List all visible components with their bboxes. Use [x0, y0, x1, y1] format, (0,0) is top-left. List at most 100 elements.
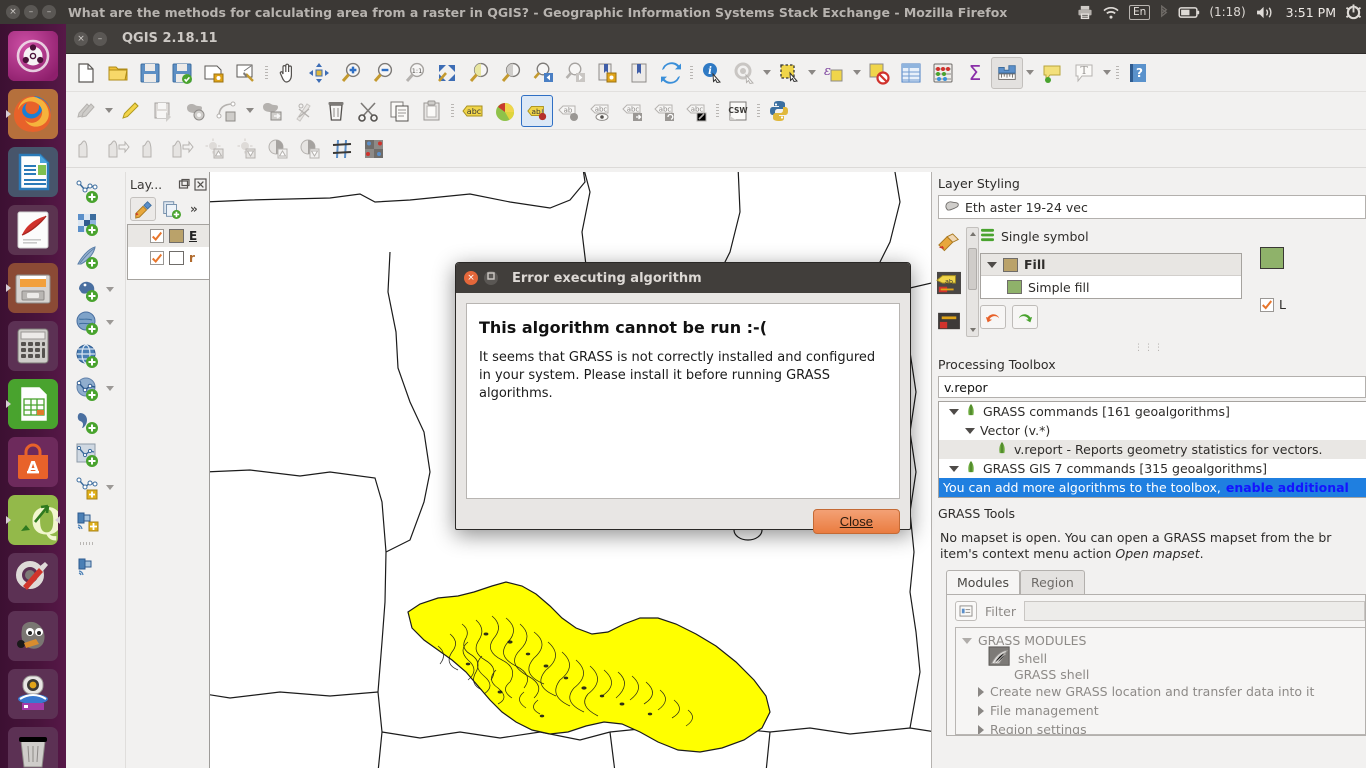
new-print-composer-button[interactable] — [198, 57, 230, 89]
scroll-down-arrow[interactable] — [967, 324, 978, 336]
launcher-item-trash[interactable] — [6, 725, 60, 768]
open-attribute-table-button[interactable] — [895, 57, 927, 89]
window-minimize-button[interactable]: – — [24, 5, 38, 19]
toolbox-search-input[interactable]: v.repor — [938, 376, 1366, 398]
symbol-node-fill[interactable]: Fill — [981, 254, 1241, 276]
launcher-item-gimp[interactable] — [6, 609, 60, 663]
add-group-icon[interactable] — [158, 197, 184, 221]
postgis-dropdown[interactable] — [103, 287, 117, 292]
annotation-dropdown[interactable] — [1100, 57, 1113, 89]
launcher-item-calculator[interactable] — [6, 319, 60, 373]
new-bookmark-button[interactable] — [591, 57, 623, 89]
memory-layer-dropdown[interactable] — [103, 485, 117, 490]
zoom-next-button[interactable] — [559, 57, 591, 89]
launcher-item-files[interactable] — [6, 261, 60, 315]
grass-module-create-location[interactable]: Create new GRASS location and transfer d… — [956, 682, 1365, 701]
toolbox-node-grass-commands[interactable]: GRASS commands [161 geoalgorithms] — [939, 402, 1366, 421]
increase-brightness-button[interactable] — [198, 133, 230, 165]
select-by-expression-button[interactable]: ε — [818, 57, 850, 89]
launcher-item-qgis[interactable]: Q — [6, 493, 60, 547]
cut-features-button[interactable] — [352, 95, 384, 127]
toolbox-node-vector[interactable]: Vector (v.*) — [939, 421, 1366, 440]
statistical-summary-button[interactable]: Σ — [959, 57, 991, 89]
qgis-close-button[interactable]: × — [74, 31, 88, 46]
add-spatialite-layer-button[interactable] — [73, 308, 103, 338]
add-postgis-layer-button[interactable] — [73, 275, 103, 305]
save-project-as-button[interactable] — [166, 57, 198, 89]
qgis-minimize-button[interactable]: – — [93, 31, 107, 46]
grass-module-region-settings[interactable]: Region settings — [956, 720, 1365, 734]
scroll-up-arrow[interactable] — [967, 228, 978, 240]
measure-line-button[interactable] — [991, 56, 1023, 89]
zoom-in-button[interactable] — [335, 57, 367, 89]
open-project-button[interactable] — [102, 57, 134, 89]
styling-scrollbar[interactable] — [966, 227, 979, 337]
redo-icon[interactable] — [1012, 305, 1038, 329]
new-memory-layer-button[interactable] — [73, 473, 103, 503]
local-cumulative-stretch-button[interactable] — [134, 133, 166, 165]
delete-selected-button[interactable] — [320, 95, 352, 127]
chevron-right-icon[interactable] — [978, 686, 984, 697]
dialog-maximize-icon[interactable] — [484, 271, 498, 285]
copy-features-button[interactable] — [384, 95, 416, 127]
select-expression-dropdown[interactable] — [850, 57, 863, 89]
add-wms-layer-button[interactable] — [73, 341, 103, 371]
launcher-item-system-settings[interactable] — [6, 551, 60, 605]
toolbox-footer-hint[interactable]: You can add more algorithms to the toolb… — [939, 478, 1366, 497]
map-tips-button[interactable] — [1036, 57, 1068, 89]
georeferencer-button[interactable] — [326, 133, 358, 165]
node-tool-button[interactable] — [288, 95, 320, 127]
feature-action-dropdown[interactable] — [760, 57, 773, 89]
window-close-button[interactable]: × — [6, 5, 20, 19]
grass-module-file-management[interactable]: File management — [956, 701, 1365, 720]
add-mesh-layer-button[interactable] — [73, 242, 103, 272]
toggle-editing-button[interactable] — [115, 95, 147, 127]
decrease-brightness-button[interactable] — [230, 133, 262, 165]
grass-modules-root[interactable]: GRASS MODULES — [956, 631, 1365, 650]
new-project-button[interactable] — [70, 57, 102, 89]
chevron-down-icon[interactable] — [987, 261, 997, 268]
show-hide-labels-button[interactable]: abc — [585, 95, 617, 127]
select-dropdown[interactable] — [805, 57, 818, 89]
layer-visibility-checkbox[interactable] — [150, 229, 164, 243]
grass-module-shell[interactable]: shell — [956, 645, 1365, 666]
wcs-layer-button[interactable] — [73, 551, 103, 581]
show-bookmarks-button[interactable] — [623, 57, 655, 89]
deselect-features-button[interactable] — [863, 57, 895, 89]
launcher-item-amarok[interactable] — [6, 667, 60, 721]
launcher-item-libreoffice-calc[interactable] — [6, 377, 60, 431]
save-project-button[interactable] — [134, 57, 166, 89]
launcher-item-ubuntu-software[interactable]: A — [6, 435, 60, 489]
power-gear-icon[interactable] — [1345, 4, 1362, 20]
chevron-down-icon[interactable] — [965, 427, 975, 434]
printer-icon[interactable] — [1077, 5, 1093, 20]
layers-panel-overflow[interactable]: » — [190, 202, 198, 216]
battery-icon[interactable] — [1178, 6, 1200, 19]
zoom-out-button[interactable] — [367, 57, 399, 89]
full-cumulative-stretch-button[interactable] — [166, 133, 198, 165]
change-label-button[interactable]: abc — [681, 95, 713, 127]
launcher-item-libreoffice-impress[interactable] — [6, 203, 60, 257]
tab-region[interactable]: Region — [1019, 570, 1085, 594]
scrollbar-thumb[interactable] — [968, 248, 977, 290]
tab-modules[interactable]: Modules — [946, 570, 1020, 594]
full-histogram-stretch-button[interactable] — [102, 133, 134, 165]
new-shapefile-layer-button[interactable] — [73, 440, 103, 470]
close-icon[interactable] — [193, 177, 207, 191]
python-console-button[interactable] — [763, 95, 795, 127]
layer-row-eth[interactable]: E — [128, 225, 209, 247]
help-button[interactable]: ? — [1122, 57, 1154, 89]
rotate-label-button[interactable]: abc — [649, 95, 681, 127]
chevron-down-icon[interactable] — [962, 637, 972, 644]
history-tab[interactable] — [934, 303, 964, 339]
layer-visibility-checkbox[interactable] — [150, 251, 164, 265]
chevron-down-icon[interactable] — [949, 465, 959, 472]
pan-map-button[interactable] — [271, 57, 303, 89]
toolbox-footer-link[interactable]: enable additional — [1226, 480, 1349, 495]
add-delimited-text-layer-button[interactable] — [73, 407, 103, 437]
chevron-down-icon[interactable] — [949, 408, 959, 415]
identify-features-button[interactable]: i — [696, 57, 728, 89]
spatialite-dropdown[interactable] — [103, 320, 117, 325]
window-maximize-button[interactable]: – — [42, 5, 56, 19]
text-annotation-button[interactable]: T — [1068, 57, 1100, 89]
